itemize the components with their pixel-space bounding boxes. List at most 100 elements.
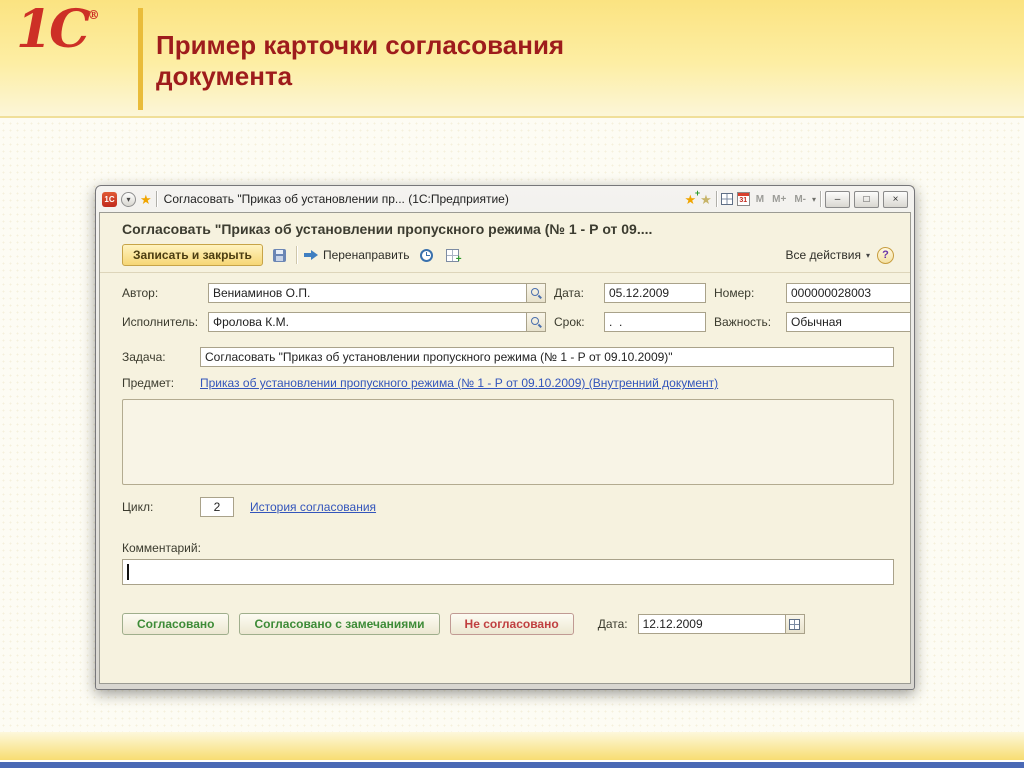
term-label: Срок:: [554, 315, 596, 329]
cycle-label: Цикл:: [122, 500, 200, 514]
save-button[interactable]: [270, 246, 289, 265]
footer-date-label: Дата:: [598, 617, 628, 631]
maximize-button[interactable]: □: [854, 191, 879, 208]
author-field-group: [208, 283, 546, 303]
term-input[interactable]: [604, 312, 706, 332]
cycle-input[interactable]: [200, 497, 234, 517]
form-title: Согласовать "Приказ об установлении проп…: [100, 213, 910, 239]
window-footer: Согласовано Согласовано с замечаниями Не…: [122, 613, 894, 635]
close-button[interactable]: ×: [883, 191, 908, 208]
footer-blue-line: [0, 762, 1024, 768]
subject-link[interactable]: Приказ об установлении пропускного режим…: [200, 376, 718, 390]
date-input[interactable]: [604, 283, 706, 303]
toolbar: Записать и закрыть Перенаправить + Все д…: [100, 239, 910, 273]
calculator-icon[interactable]: [721, 193, 733, 205]
titlebar-chevron-icon[interactable]: ▾: [812, 195, 816, 204]
executor-lookup-button[interactable]: [527, 312, 546, 332]
1c-logo: 1С®: [16, 4, 100, 56]
plus-icon: +: [456, 254, 462, 265]
magnifier-icon: [531, 288, 542, 299]
app-icon-1c: 1С: [102, 192, 117, 207]
save-icon: [273, 249, 286, 262]
memory-m-plus-button[interactable]: M+: [770, 194, 788, 205]
create-based-on-icon: +: [446, 249, 459, 262]
approval-window: 1С ▾ ★ Согласовать "Приказ об установлен…: [95, 185, 915, 690]
maximize-icon: □: [863, 194, 869, 205]
form-row-author: Автор: Дата: Номер:: [122, 283, 894, 303]
executor-field-group: [208, 312, 546, 332]
number-label: Номер:: [714, 286, 778, 300]
redirect-button[interactable]: Перенаправить: [304, 248, 410, 262]
all-actions-button[interactable]: Все действия ▾: [786, 248, 870, 262]
add-to-favorites-button[interactable]: ★+: [684, 193, 696, 206]
executor-label: Исполнитель:: [122, 315, 200, 329]
calendar-day-label: 31: [739, 197, 747, 205]
comment-input[interactable]: [122, 559, 894, 585]
header-divider: [138, 8, 143, 110]
separator: [296, 246, 297, 264]
system-menu-button[interactable]: ▾: [121, 192, 136, 207]
registered-mark: ®: [88, 8, 100, 22]
save-and-close-button[interactable]: Записать и закрыть: [122, 244, 263, 266]
minimize-button[interactable]: –: [825, 191, 850, 208]
text-caret: [127, 564, 129, 580]
date-picker-button[interactable]: [786, 614, 805, 634]
window-body: Согласовать "Приказ об установлении проп…: [99, 212, 911, 684]
help-button[interactable]: ?: [877, 247, 894, 264]
chevron-down-icon: ▾: [866, 251, 870, 260]
importance-label: Важность:: [714, 315, 778, 329]
create-based-on-button[interactable]: +: [443, 246, 462, 265]
task-label: Задача:: [122, 350, 200, 364]
form-row-task: Задача:: [122, 347, 894, 367]
form-row-cycle: Цикл: История согласования: [122, 497, 894, 517]
subject-detail-panel: [122, 399, 894, 485]
magnifier-icon: [531, 317, 542, 328]
titlebar[interactable]: 1С ▾ ★ Согласовать "Приказ об установлен…: [99, 186, 911, 212]
calendar-grid-icon: [789, 619, 800, 630]
separator: [716, 191, 717, 207]
footer-date-input[interactable]: [638, 614, 786, 634]
clock-icon: [420, 249, 433, 262]
footer-date-group: [638, 614, 805, 634]
slide-title: Пример карточки согласования документа: [156, 30, 564, 91]
task-input[interactable]: [200, 347, 894, 367]
minimize-icon: –: [835, 194, 841, 205]
all-actions-label: Все действия: [786, 248, 861, 262]
separator: [156, 191, 157, 207]
timer-button[interactable]: [417, 246, 436, 265]
slide-title-line1: Пример карточки согласования: [156, 30, 564, 60]
1c-logo-text: 1С: [16, 0, 88, 60]
form-row-subject: Предмет: Приказ об установлении пропускн…: [122, 376, 894, 390]
favorites-list-icon[interactable]: ★: [700, 193, 712, 206]
plus-icon: +: [695, 189, 700, 198]
favorites-star-icon[interactable]: ★: [140, 193, 152, 206]
window-title: Согласовать "Приказ об установлении пр..…: [161, 192, 681, 206]
date-label: Дата:: [554, 286, 596, 300]
slide-title-line2: документа: [156, 61, 292, 91]
approval-history-link[interactable]: История согласования: [250, 500, 376, 514]
calendar-icon[interactable]: 31: [737, 192, 750, 206]
approved-button[interactable]: Согласовано: [122, 613, 229, 635]
form-area: Автор: Дата: Номер: Исполнитель:: [100, 273, 910, 635]
author-input[interactable]: [208, 283, 527, 303]
importance-input[interactable]: [786, 312, 911, 332]
author-label: Автор:: [122, 286, 200, 300]
slide-header: 1С® Пример карточки согласования докумен…: [0, 0, 1024, 118]
slide: 1С® Пример карточки согласования докумен…: [0, 0, 1024, 768]
not-approved-button[interactable]: Не согласовано: [450, 613, 574, 635]
comment-field-wrap: [122, 559, 894, 585]
redirect-label: Перенаправить: [323, 248, 410, 262]
chevron-down-icon: ▾: [126, 195, 130, 204]
form-row-executor: Исполнитель: Срок: Важность:: [122, 312, 894, 332]
separator: [820, 191, 821, 207]
author-lookup-button[interactable]: [527, 283, 546, 303]
redirect-arrow-icon: [304, 250, 318, 260]
approved-with-remarks-button[interactable]: Согласовано с замечаниями: [239, 613, 439, 635]
subject-label: Предмет:: [122, 376, 200, 390]
executor-input[interactable]: [208, 312, 527, 332]
number-input[interactable]: [786, 283, 911, 303]
memory-m-button[interactable]: M: [754, 194, 766, 205]
slide-footer: [0, 732, 1024, 768]
comment-label: Комментарий:: [122, 541, 894, 555]
memory-m-minus-button[interactable]: M-: [792, 194, 808, 205]
